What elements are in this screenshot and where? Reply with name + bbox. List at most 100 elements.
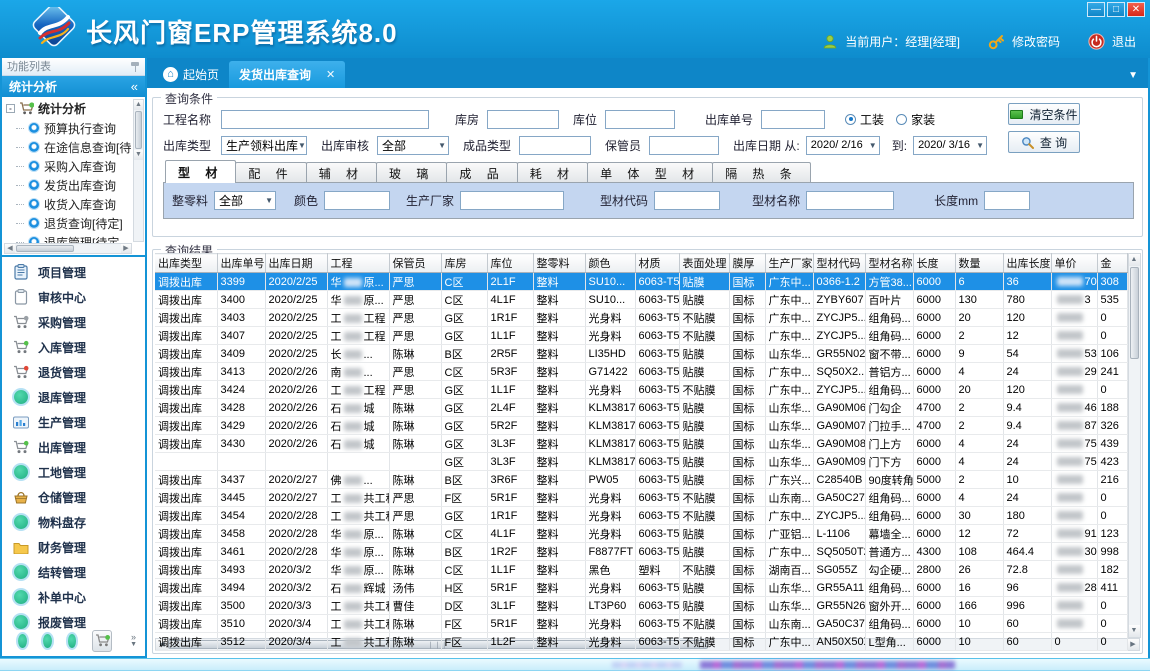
column-header-4[interactable]: 保管员	[389, 254, 441, 273]
circle-icon[interactable]	[43, 634, 52, 648]
change-password-link[interactable]: 修改密码	[1012, 33, 1060, 50]
column-header-15[interactable]: 长度	[913, 254, 955, 273]
sidebar-item-10[interactable]: 物料盘存	[2, 510, 145, 535]
keeper-input[interactable]	[649, 136, 719, 155]
scroll-up-icon[interactable]: ▲	[1129, 254, 1140, 266]
audit-select[interactable]: 全部▼	[377, 136, 449, 155]
sidebar-item-13[interactable]: 补单中心	[2, 585, 145, 610]
more-button[interactable]: » ▼	[130, 633, 137, 649]
date-to-select[interactable]: 2020/ 3/16▼	[913, 136, 987, 155]
table-row-11[interactable]: 调拨出库34372020/2/27佛...陈琳B区3R6F整料PW056063-…	[155, 471, 1127, 489]
location-input[interactable]	[605, 110, 675, 129]
sidebar-tree-item-3[interactable]: 发货出库查询	[6, 176, 131, 195]
sidebar-item-8[interactable]: 工地管理	[2, 460, 145, 485]
tab-home[interactable]: ⌂ 起始页	[153, 61, 229, 88]
whole-part-select[interactable]: 全部▼	[214, 191, 276, 210]
table-row-3[interactable]: 调拨出库34072020/2/25工工程严思G区1L1F整料光身料6063-T5…	[155, 327, 1127, 345]
tab-shipping-outbound-query[interactable]: 发货出库查询 ✕	[229, 61, 345, 88]
scroll-left-icon[interactable]: ◀	[5, 244, 15, 253]
table-row-19[interactable]: 调拨出库35102020/3/4工共工程陈琳F区5R1F整料光身料6063-T5…	[155, 615, 1127, 633]
tree-expander-icon[interactable]: -	[6, 104, 15, 113]
table-vertical-scrollbar[interactable]: ▲ ▼	[1128, 253, 1141, 638]
product-type-input[interactable]	[519, 136, 591, 155]
table-row-7[interactable]: 调拨出库34282020/2/26石城陈琳G区2L4F整料KLM38176063…	[155, 399, 1127, 417]
column-header-14[interactable]: 型材名称	[865, 254, 913, 273]
material-tab-4[interactable]: 成 品	[446, 162, 517, 183]
table-row-2[interactable]: 调拨出库34032020/2/25工工程严思G区1R1F整料光身料6063-T5…	[155, 309, 1127, 327]
tab-list-dropdown-icon[interactable]: ▼	[1128, 70, 1138, 81]
table-row-4[interactable]: 调拨出库34092020/2/25长...陈琳B区2R5F整料LI35HD606…	[155, 345, 1127, 363]
sidebar-section-header[interactable]: 统计分析 «	[2, 76, 145, 97]
profile-name-input[interactable]	[806, 191, 894, 210]
column-header-19[interactable]: 金	[1097, 254, 1127, 273]
table-row-1[interactable]: 调拨出库34002020/2/25华原...严思C区4L1F整料SU10...6…	[155, 291, 1127, 309]
column-header-17[interactable]: 出库长度	[1003, 254, 1051, 273]
circle-icon[interactable]	[68, 634, 77, 648]
table-row-18[interactable]: 调拨出库35002020/3/3工共工程曹佳D区3L1F整料LT3P606063…	[155, 597, 1127, 615]
column-header-2[interactable]: 出库日期	[265, 254, 327, 273]
sidebar-item-11[interactable]: 财务管理	[2, 535, 145, 560]
scroll-thumb[interactable]	[135, 111, 142, 149]
search-button[interactable]: 查 询	[1008, 131, 1080, 153]
column-header-18[interactable]: 单价	[1051, 254, 1097, 273]
pin-icon[interactable]	[131, 61, 140, 72]
cart-shortcut-button[interactable]	[92, 630, 112, 652]
clear-conditions-button[interactable]: 清空条件	[1008, 103, 1080, 125]
length-input[interactable]	[984, 191, 1030, 210]
scroll-down-icon[interactable]: ▼	[134, 150, 143, 160]
sidebar-item-4[interactable]: 退货管理	[2, 360, 145, 385]
scroll-right-icon[interactable]: ▶	[1127, 639, 1139, 650]
material-tab-3[interactable]: 玻 璃	[376, 162, 447, 183]
sidebar-item-3[interactable]: 入库管理	[2, 335, 145, 360]
table-row-14[interactable]: 调拨出库34582020/2/28华原...陈琳C区4L1F整料光身料6063-…	[155, 525, 1127, 543]
sidebar-tree-item-1[interactable]: 在途信息查询[待	[6, 138, 131, 157]
table-row-13[interactable]: 调拨出库34542020/2/28工共工程严思G区1R1F整料光身料6063-T…	[155, 507, 1127, 525]
material-tab-1[interactable]: 配 件	[235, 162, 306, 183]
tree-root-node[interactable]: - 统计分析	[6, 99, 131, 119]
sidebar-tree-item-2[interactable]: 采购入库查询	[6, 157, 131, 176]
color-input[interactable]	[324, 191, 390, 210]
sidebar-item-1[interactable]: 审核中心	[2, 285, 145, 310]
profile-code-input[interactable]	[654, 191, 720, 210]
table-row-20[interactable]: 调拨出库35122020/3/4工共工程陈琳F区1L2F整料光身料6063-T5…	[155, 633, 1127, 651]
close-button[interactable]: ✕	[1127, 2, 1145, 17]
tab-close-icon[interactable]: ✕	[326, 68, 335, 81]
sidebar-item-2[interactable]: 采购管理	[2, 310, 145, 335]
scroll-right-icon[interactable]: ▶	[121, 244, 131, 253]
sidebar-item-14[interactable]: 报废管理	[2, 610, 145, 630]
table-row-6[interactable]: 调拨出库34242020/2/26工工程严思G区1L1F整料光身料6063-T5…	[155, 381, 1127, 399]
scroll-thumb[interactable]	[16, 245, 74, 252]
sidebar-item-5[interactable]: 退库管理	[2, 385, 145, 410]
tree-vertical-scrollbar[interactable]: ▲ ▼	[133, 99, 144, 242]
scroll-up-icon[interactable]: ▲	[134, 100, 143, 110]
column-header-3[interactable]: 工程	[327, 254, 389, 273]
maximize-button[interactable]: □	[1107, 2, 1125, 17]
column-header-1[interactable]: 出库单号	[217, 254, 265, 273]
column-header-7[interactable]: 整零料	[533, 254, 585, 273]
column-header-16[interactable]: 数量	[955, 254, 1003, 273]
radio-workwear[interactable]: 工装	[845, 111, 884, 128]
radio-home[interactable]: 家装	[896, 111, 935, 128]
table-row-5[interactable]: 调拨出库34132020/2/26南...严思C区5R3F整料G71422606…	[155, 363, 1127, 381]
logout-link[interactable]: 退出	[1112, 33, 1136, 50]
sidebar-item-0[interactable]: 项目管理	[2, 260, 145, 285]
table-row-10[interactable]: G区3L3F整料KLM38176063-T5贴膜国标山东华...GA90M09.…	[155, 453, 1127, 471]
material-tab-7[interactable]: 隔 热 条	[712, 162, 811, 183]
column-header-9[interactable]: 材质	[635, 254, 679, 273]
sidebar-item-12[interactable]: 结转管理	[2, 560, 145, 585]
warehouse-input[interactable]	[487, 110, 559, 129]
table-row-17[interactable]: 调拨出库34942020/3/2石辉城汤伟H区5R1F整料光身料6063-T5贴…	[155, 579, 1127, 597]
date-from-select[interactable]: 2020/ 2/16▼	[806, 136, 880, 155]
scroll-thumb[interactable]	[1130, 267, 1139, 359]
sidebar-item-6[interactable]: 生产管理	[2, 410, 145, 435]
minimize-button[interactable]: —	[1087, 2, 1105, 17]
material-tab-0[interactable]: 型 材	[165, 160, 236, 183]
scroll-down-icon[interactable]: ▼	[1129, 625, 1140, 637]
column-header-11[interactable]: 膜厚	[729, 254, 765, 273]
table-row-15[interactable]: 调拨出库34612020/2/28华原...陈琳B区1R2F整料F8877FT6…	[155, 543, 1127, 561]
collapse-icon[interactable]: «	[131, 79, 138, 94]
material-tab-2[interactable]: 辅 材	[306, 162, 377, 183]
column-header-0[interactable]: 出库类型	[155, 254, 217, 273]
column-header-10[interactable]: 表面处理	[679, 254, 729, 273]
table-row-16[interactable]: 调拨出库34932020/3/2华原...陈琳C区1L1F整料黑色塑料不贴膜国标…	[155, 561, 1127, 579]
